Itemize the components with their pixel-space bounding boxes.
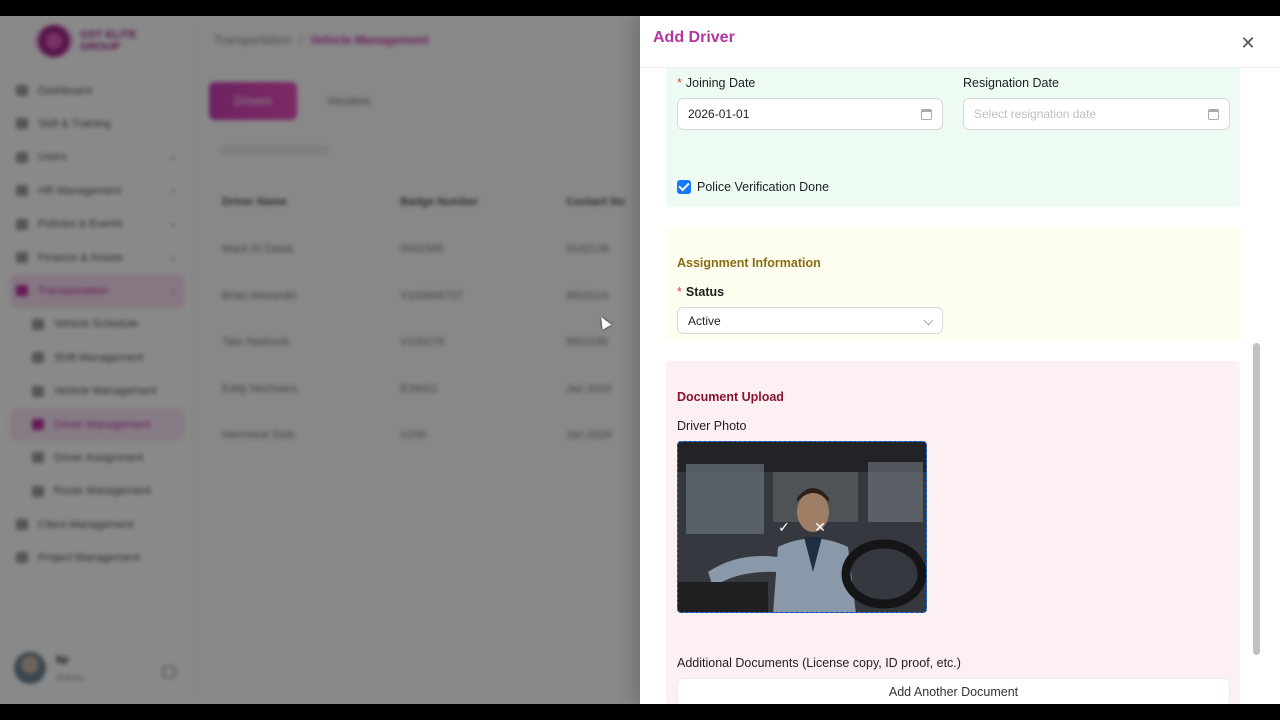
- status-label: * Status: [677, 285, 725, 299]
- drawer-body: * Joining Date 2026-01-01 Resignation Dat…: [640, 68, 1280, 704]
- add-driver-drawer: Add Driver ✕ * Joining Date 2026-01-01 Re…: [640, 16, 1280, 704]
- modal-overlay[interactable]: [0, 16, 640, 704]
- joining-date-field[interactable]: 2026-01-01: [677, 98, 943, 130]
- check-icon[interactable]: ✓: [777, 519, 791, 535]
- chevron-down-icon: [923, 315, 934, 326]
- required-marker: *: [677, 76, 682, 90]
- driver-photo-label: Driver Photo: [677, 419, 747, 433]
- police-verification-label[interactable]: Police Verification Done: [697, 180, 829, 194]
- photo-actions: ✓ ✕: [678, 442, 926, 612]
- driver-photo-preview[interactable]: ✓ ✕: [677, 441, 927, 613]
- add-another-document-button[interactable]: Add Another Document: [677, 678, 1230, 704]
- calendar-icon: [1208, 109, 1219, 120]
- additional-documents-label: Additional Documents (License copy, ID p…: [677, 656, 961, 670]
- drawer-header: Add Driver ✕: [640, 16, 1280, 68]
- required-marker: *: [677, 285, 682, 299]
- police-verification-checkbox[interactable]: [677, 180, 691, 194]
- assignment-section-title: Assignment Information: [677, 256, 821, 270]
- drawer-title: Add Driver: [653, 29, 735, 46]
- resignation-date-field[interactable]: Select resignation date: [963, 98, 1230, 130]
- document-section-title: Document Upload: [677, 390, 784, 404]
- resignation-date-label: Resignation Date: [963, 76, 1059, 90]
- remove-icon[interactable]: ✕: [813, 519, 827, 535]
- screen: GST ELITE GROUP Dashboard Skill & Traini…: [0, 16, 1280, 704]
- status-select[interactable]: Active: [677, 307, 943, 334]
- close-icon[interactable]: ✕: [1238, 34, 1258, 54]
- calendar-icon: [921, 109, 932, 120]
- scrollbar[interactable]: [1253, 343, 1260, 655]
- joining-date-label: * Joining Date: [677, 76, 756, 90]
